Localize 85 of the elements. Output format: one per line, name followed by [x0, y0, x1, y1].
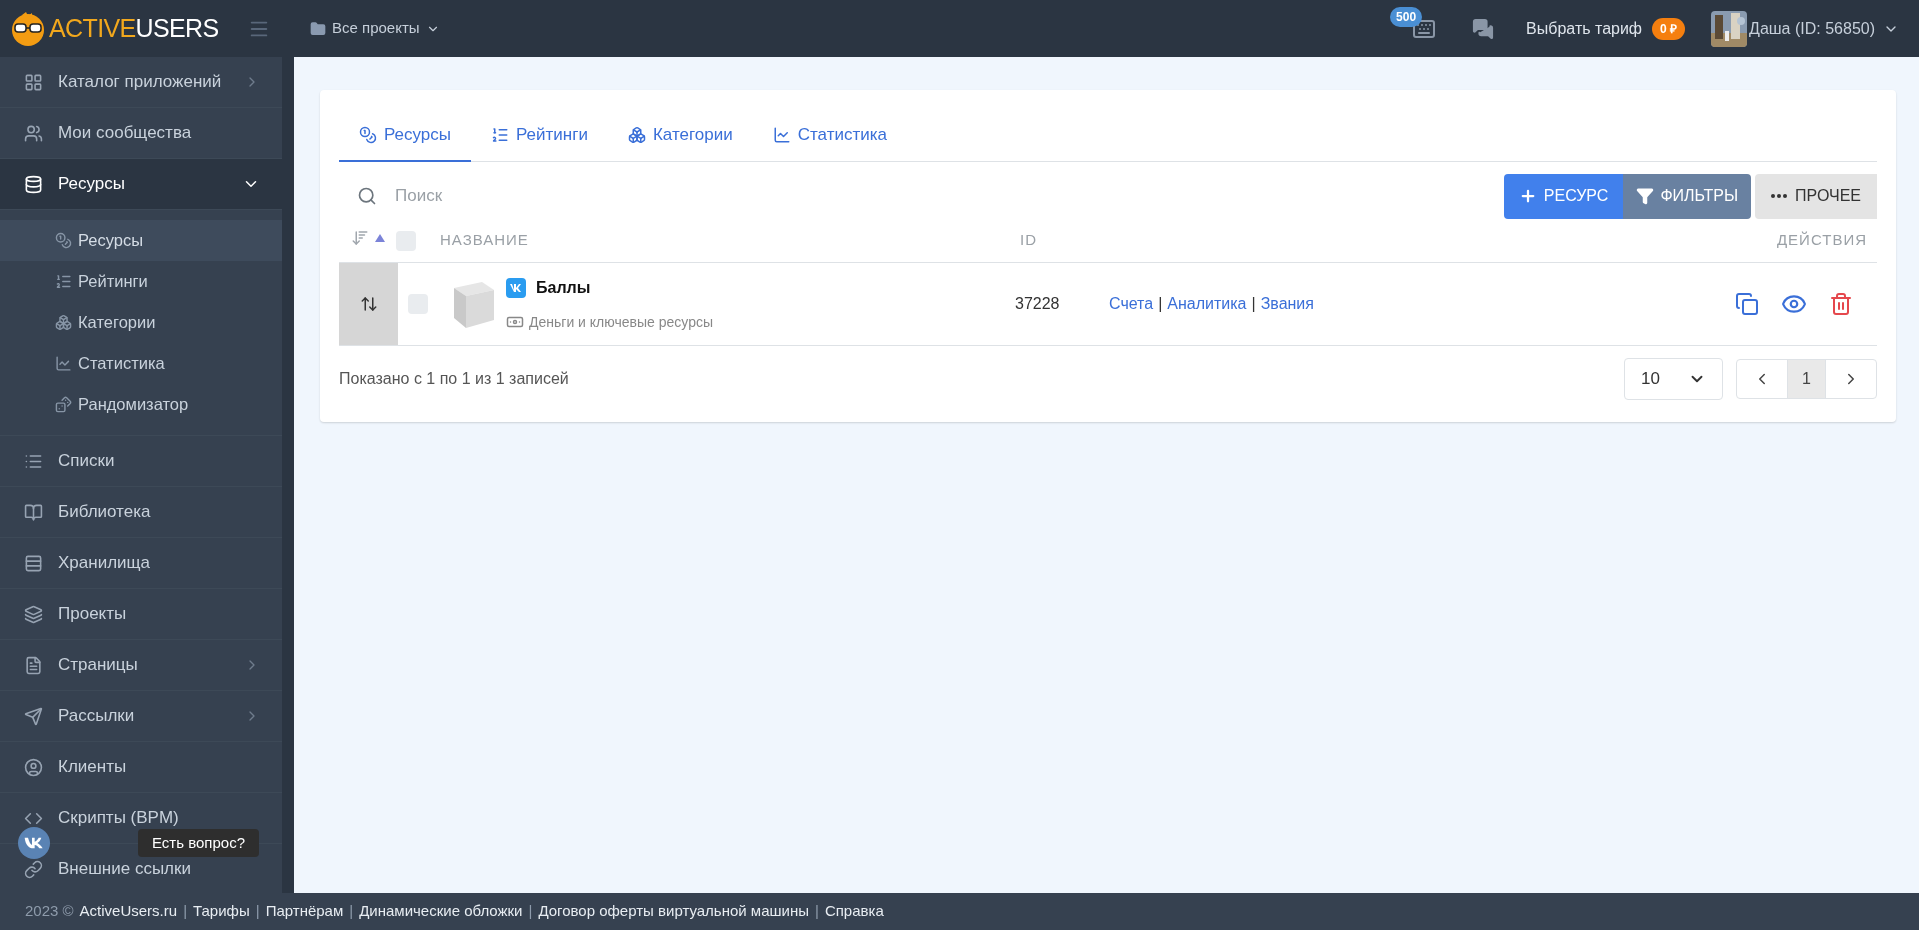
- records-info: Показано с 1 по 1 из 1 записей: [339, 369, 569, 389]
- search-field[interactable]: Поиск: [395, 183, 616, 209]
- sidebar-item[interactable]: Проекты: [0, 589, 282, 640]
- resource-link[interactable]: Счета: [1109, 292, 1154, 316]
- folder-icon: [310, 20, 326, 37]
- numbered-list-icon: [55, 273, 72, 290]
- dice-icon: [55, 396, 72, 413]
- footer-separator: |: [183, 901, 188, 922]
- line-chart-icon: [55, 355, 72, 372]
- resource-category: Деньги и ключевые ресурсы: [529, 312, 713, 332]
- sidebar-item[interactable]: Клиенты: [0, 742, 282, 793]
- submenu-item[interactable]: Ресурсы: [0, 220, 282, 261]
- drag-handle[interactable]: [339, 263, 398, 345]
- sidebar-item[interactable]: Библиотека: [0, 487, 282, 538]
- drag-icon: [359, 295, 378, 313]
- copyright-text: 2023 ©: [25, 901, 74, 922]
- sidebar-item[interactable]: Страницы: [0, 640, 282, 691]
- footer-link[interactable]: Договор оферты виртуальной машины: [538, 900, 809, 923]
- page-button[interactable]: 1: [1787, 360, 1826, 398]
- ellipsis-icon: [1771, 194, 1788, 198]
- vk-icon: [506, 277, 526, 298]
- logo-icon: [10, 10, 46, 47]
- sidebar-item[interactable]: Рассылки: [0, 691, 282, 742]
- footer-separator: |: [255, 901, 260, 922]
- submenu-item[interactable]: Статистика: [0, 343, 282, 384]
- filter-icon: [1636, 187, 1655, 205]
- logo-text: ACTIVEUSERS: [49, 16, 219, 41]
- book-icon: [24, 502, 43, 522]
- rows-icon: [24, 553, 43, 573]
- tab[interactable]: Категории: [607, 110, 753, 162]
- footer-link[interactable]: Тарифы: [193, 900, 250, 923]
- tab[interactable]: Ресурсы: [339, 110, 472, 162]
- sidebar-item[interactable]: Хранилища: [0, 538, 282, 589]
- tab[interactable]: Статистика: [752, 110, 907, 162]
- grid-icon: [24, 72, 43, 92]
- footer-separator: |: [528, 901, 533, 922]
- sidebar-item[interactable]: Списки: [0, 436, 282, 487]
- trash-icon[interactable]: [1829, 292, 1853, 316]
- add-resource-button[interactable]: РЕСУРС: [1503, 173, 1624, 219]
- page-size-select[interactable]: 10: [1624, 358, 1723, 400]
- coins-icon: [55, 232, 72, 249]
- footer-link[interactable]: Партнёрам: [265, 900, 344, 923]
- boxes-icon: [55, 314, 72, 331]
- copy-icon[interactable]: [1735, 292, 1759, 316]
- chat-icon[interactable]: [1472, 17, 1495, 40]
- boxes-icon: [627, 126, 646, 144]
- sort-icon[interactable]: [350, 228, 369, 247]
- footer-link[interactable]: Динамические обложки: [359, 900, 523, 923]
- user-menu[interactable]: Даша (ID: 56850): [1749, 16, 1899, 41]
- link-icon: [24, 859, 43, 879]
- count-badge: 500: [1390, 6, 1423, 27]
- sort-up-icon[interactable]: [374, 233, 385, 242]
- user-circle-icon: [24, 757, 43, 777]
- sidebar-item[interactable]: Ресурсы: [0, 159, 282, 210]
- people-icon: [24, 123, 43, 143]
- footer-separator: |: [349, 901, 354, 922]
- table-cell-text: 37228: [1015, 294, 1061, 314]
- footer-link[interactable]: Справка: [824, 900, 884, 923]
- link-separator: |: [1251, 294, 1256, 314]
- submenu-item[interactable]: Категории: [0, 302, 282, 343]
- footer-separator: |: [815, 901, 819, 922]
- coins-icon: [359, 126, 377, 144]
- column-header: ДЕЙСТВИЯ: [1776, 230, 1868, 251]
- resource-link[interactable]: Звания: [1260, 292, 1314, 316]
- numbered-list-icon: [491, 126, 510, 144]
- paper-plane-icon: [24, 706, 43, 726]
- more-button[interactable]: ПРОЧЕЕ: [1755, 173, 1877, 219]
- footer-link[interactable]: ActiveUsers.ru: [79, 900, 178, 923]
- submenu-item[interactable]: Рандомизатор: [0, 384, 282, 425]
- sidebar-item[interactable]: Каталог приложений: [0, 57, 282, 108]
- filter-button[interactable]: ФИЛЬТРЫ: [1623, 173, 1752, 219]
- line-chart-icon: [772, 126, 791, 144]
- document-icon: [24, 655, 43, 675]
- search-icon: [357, 186, 377, 206]
- link-separator: |: [1158, 294, 1163, 314]
- layers-icon: [24, 604, 43, 624]
- resource-link[interactable]: Аналитика: [1167, 292, 1247, 316]
- tab[interactable]: Рейтинги: [471, 110, 608, 162]
- resource-name[interactable]: Баллы: [536, 275, 591, 300]
- balance-badge: 0 ₽: [1652, 17, 1686, 40]
- project-selector[interactable]: Все проекты: [310, 17, 440, 40]
- vk-icon: [24, 837, 44, 849]
- submenu-item[interactable]: Рейтинги: [0, 261, 282, 302]
- chat-tooltip: Есть вопрос?: [138, 829, 259, 857]
- tariff-button[interactable]: Выбрать тариф: [1526, 16, 1643, 41]
